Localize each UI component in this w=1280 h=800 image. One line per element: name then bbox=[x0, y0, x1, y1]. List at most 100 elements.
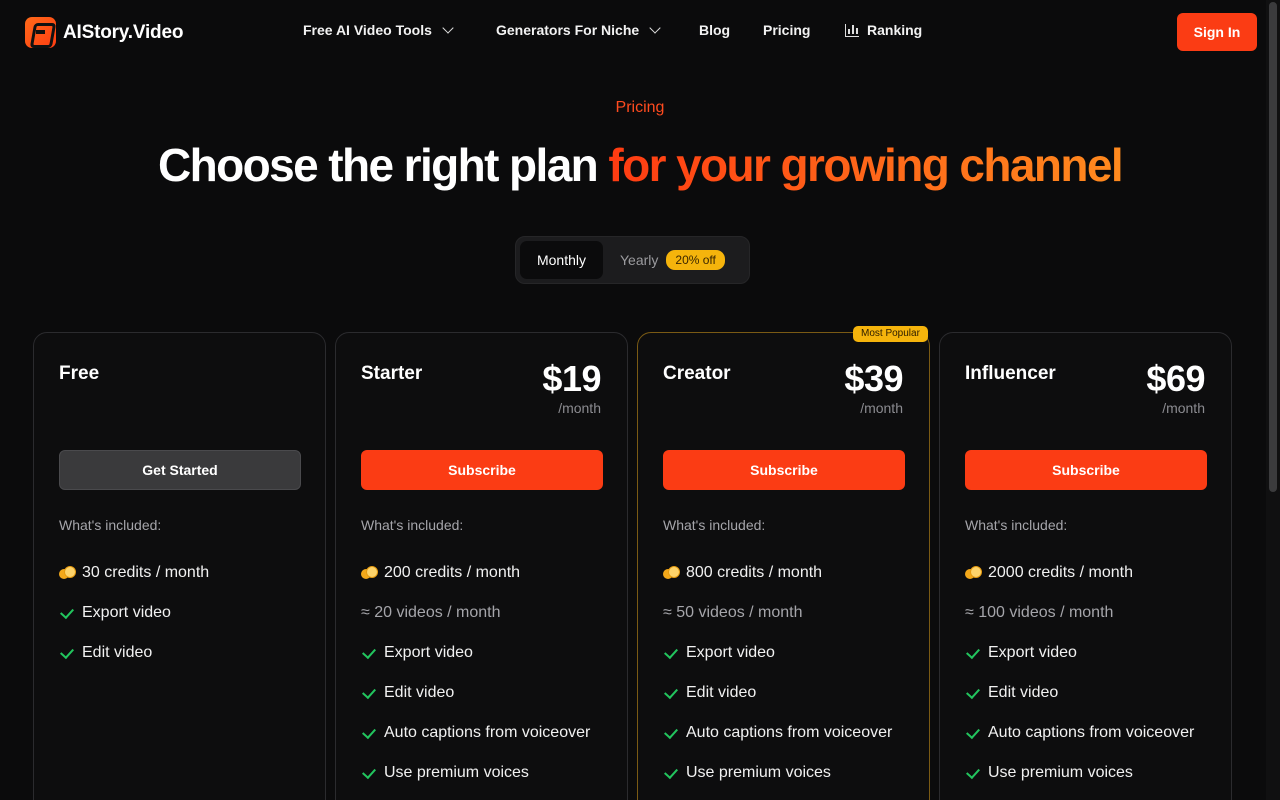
plan-card-influencer: Influencer $69 /month Subscribe What's i… bbox=[939, 332, 1232, 800]
feature-text: ≈ 100 videos / month bbox=[965, 604, 1114, 621]
feature-text: 2000 credits / month bbox=[988, 564, 1133, 581]
monthly-toggle-button[interactable]: Monthly bbox=[520, 241, 603, 279]
plan-period: /month bbox=[860, 400, 903, 416]
nav-label: Ranking bbox=[867, 22, 923, 38]
feature-text: Export video bbox=[82, 604, 171, 621]
nav-blog[interactable]: Blog bbox=[699, 22, 730, 38]
feature-item: Auto captions from voiceover bbox=[663, 713, 892, 753]
nav-label: Free AI Video Tools bbox=[303, 22, 432, 38]
check-icon bbox=[361, 726, 376, 741]
feature-list: 30 credits / month Export video Edit vid… bbox=[59, 553, 209, 673]
nav-generators-for-niche[interactable]: Generators For Niche bbox=[496, 22, 661, 38]
feature-item: ≈ 20 videos / month bbox=[361, 593, 590, 633]
check-icon bbox=[59, 606, 74, 621]
feature-item: Use premium voices bbox=[361, 753, 590, 793]
feature-text: 800 credits / month bbox=[686, 564, 823, 581]
feature-text: Edit video bbox=[988, 684, 1059, 701]
feature-text: 200 credits / month bbox=[384, 564, 521, 581]
subscribe-button[interactable]: Subscribe bbox=[361, 450, 603, 490]
feature-item: Export video bbox=[663, 633, 892, 673]
yearly-toggle-button[interactable]: Yearly 20% off bbox=[612, 241, 733, 279]
check-icon bbox=[965, 686, 980, 701]
bar-chart-icon bbox=[845, 23, 859, 37]
page-scrollbar[interactable] bbox=[1266, 0, 1280, 800]
get-started-button[interactable]: Get Started bbox=[59, 450, 301, 490]
coins-icon bbox=[361, 565, 378, 581]
nav-free-ai-video-tools[interactable]: Free AI Video Tools bbox=[303, 22, 454, 38]
feature-item: ≈ 50 videos / month bbox=[663, 593, 892, 633]
check-icon bbox=[663, 766, 678, 781]
feature-text: ≈ 50 videos / month bbox=[663, 604, 803, 621]
subscribe-button[interactable]: Subscribe bbox=[965, 450, 1207, 490]
included-label: What's included: bbox=[663, 517, 766, 533]
feature-text: Edit video bbox=[384, 684, 455, 701]
plan-name: Influencer bbox=[965, 363, 1056, 384]
feature-text: Edit video bbox=[686, 684, 757, 701]
coins-icon bbox=[59, 565, 76, 581]
feature-text: Auto captions from voiceover bbox=[384, 724, 591, 741]
yearly-label: Yearly bbox=[620, 252, 659, 268]
plan-name: Creator bbox=[663, 363, 731, 384]
feature-item: Export video bbox=[59, 593, 209, 633]
included-label: What's included: bbox=[59, 517, 162, 533]
discount-badge: 20% off bbox=[666, 250, 725, 270]
feature-item: 800 credits / month bbox=[663, 553, 892, 593]
plan-card-creator: Creator $39 /month Subscribe What's incl… bbox=[637, 332, 930, 800]
feature-list: 2000 credits / month ≈ 100 videos / mont… bbox=[965, 553, 1194, 793]
page-title: Choose the right plan for your growing c… bbox=[0, 138, 1280, 192]
feature-text: Export video bbox=[988, 644, 1077, 661]
plan-card-starter: Starter $19 /month Subscribe What's incl… bbox=[335, 332, 628, 800]
feature-item: Edit video bbox=[59, 633, 209, 673]
feature-item: Export video bbox=[361, 633, 590, 673]
billing-toggle: Monthly Yearly 20% off bbox=[515, 236, 750, 284]
top-navbar: AIStory.Video Free AI Video Tools Genera… bbox=[0, 0, 1280, 64]
section-eyebrow: Pricing bbox=[615, 99, 665, 116]
check-icon bbox=[59, 646, 74, 661]
nav-label: Blog bbox=[699, 22, 731, 38]
plan-card-free: Free Get Started What's included: 30 cre… bbox=[33, 332, 326, 800]
subscribe-button[interactable]: Subscribe bbox=[663, 450, 905, 490]
scrollbar-thumb[interactable] bbox=[1269, 2, 1277, 492]
check-icon bbox=[663, 646, 678, 661]
feature-item: 200 credits / month bbox=[361, 553, 590, 593]
title-accent: for your growing channel bbox=[608, 139, 1123, 191]
main-nav: Free AI Video Tools Generators For Niche… bbox=[0, 0, 1280, 64]
plan-period: /month bbox=[558, 400, 601, 416]
plan-price: $19 bbox=[542, 358, 601, 399]
check-icon bbox=[361, 686, 376, 701]
feature-item: Export video bbox=[965, 633, 1194, 673]
included-label: What's included: bbox=[361, 517, 464, 533]
feature-list: 200 credits / month ≈ 20 videos / month … bbox=[361, 553, 590, 793]
feature-text: Auto captions from voiceover bbox=[988, 724, 1195, 741]
feature-item: 2000 credits / month bbox=[965, 553, 1194, 593]
check-icon bbox=[663, 726, 678, 741]
check-icon bbox=[965, 646, 980, 661]
nav-ranking[interactable]: Ranking bbox=[845, 22, 922, 38]
plan-name: Starter bbox=[361, 363, 423, 384]
plan-price: $39 bbox=[844, 358, 903, 399]
plan-name: Free bbox=[59, 363, 100, 384]
nav-label: Generators For Niche bbox=[496, 22, 640, 38]
check-icon bbox=[663, 686, 678, 701]
feature-item: Auto captions from voiceover bbox=[361, 713, 590, 753]
nav-pricing[interactable]: Pricing bbox=[763, 22, 810, 38]
nav-label: Pricing bbox=[763, 22, 811, 38]
chevron-down-icon bbox=[442, 22, 454, 34]
feature-item: Use premium voices bbox=[965, 753, 1194, 793]
check-icon bbox=[361, 646, 376, 661]
feature-item: Edit video bbox=[361, 673, 590, 713]
check-icon bbox=[965, 766, 980, 781]
check-icon bbox=[965, 726, 980, 741]
feature-list: 800 credits / month ≈ 50 videos / month … bbox=[663, 553, 892, 793]
plan-price: $69 bbox=[1146, 358, 1205, 399]
feature-text: Use premium voices bbox=[686, 764, 831, 781]
sign-in-button[interactable]: Sign In bbox=[1177, 13, 1257, 51]
feature-text: Auto captions from voiceover bbox=[686, 724, 893, 741]
title-main: Choose the right plan bbox=[158, 139, 609, 191]
feature-item: ≈ 100 videos / month bbox=[965, 593, 1194, 633]
feature-item: Use premium voices bbox=[663, 753, 892, 793]
feature-text: Export video bbox=[384, 644, 473, 661]
feature-text: 30 credits / month bbox=[82, 564, 210, 581]
feature-text: Use premium voices bbox=[384, 764, 529, 781]
coins-icon bbox=[663, 565, 680, 581]
